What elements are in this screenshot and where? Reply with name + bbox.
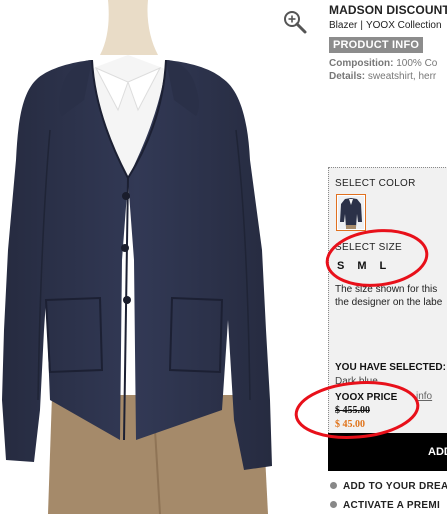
size-note-line-2: the designer on the labe: [335, 297, 443, 308]
composition-label: Composition:: [329, 58, 394, 69]
size-note: The size shown for this the designer on …: [335, 283, 442, 309]
size-option-m[interactable]: M: [357, 260, 366, 272]
purchase-panel: SELECT COLOR SELECT SIZE S M L The size sh…: [328, 167, 447, 435]
details-line: Details: sweatshirt, herr: [329, 71, 436, 82]
composition-value: 100% Co: [396, 58, 438, 69]
add-to-dream-box-label: ADD TO YOUR DREA: [343, 481, 447, 492]
size-option-l[interactable]: L: [380, 260, 387, 272]
price-info-link[interactable]: info: [416, 391, 432, 402]
selected-value: Dark blue: [335, 376, 378, 384]
collection-label: YOOX Collection: [365, 20, 442, 31]
discounted-price: $ 45.00: [335, 419, 365, 430]
size-option-s[interactable]: S: [337, 260, 344, 272]
bullet-icon: [330, 501, 337, 508]
size-options: SML: [337, 260, 399, 272]
select-color-label: SELECT COLOR: [335, 178, 416, 189]
category-line: Blazer | YOOX Collection: [329, 20, 442, 31]
bullet-icon: [330, 482, 337, 489]
add-to-dream-box-link[interactable]: ADD TO YOUR DREA: [330, 481, 447, 492]
original-price: $ 455.00: [335, 405, 370, 416]
category-separator: |: [360, 20, 363, 31]
size-note-line-1: The size shown for this: [335, 284, 438, 295]
activate-premium-link[interactable]: ACTIVATE A PREMI: [330, 500, 440, 511]
product-info-tab[interactable]: PRODUCT INFO: [329, 37, 424, 53]
activate-premium-label: ACTIVATE A PREMI: [343, 500, 441, 511]
brand-name[interactable]: MADSON DISCOUNT: [329, 3, 447, 17]
select-size-label: SELECT SIZE: [335, 242, 403, 253]
composition-line: Composition: 100% Co: [329, 58, 437, 69]
details-value: sweatshirt, herr: [367, 71, 437, 82]
selected-label: YOU HAVE SELECTED:: [335, 362, 446, 373]
product-image[interactable]: [0, 0, 322, 514]
yoox-price-label: YOOX PRICE: [335, 392, 398, 403]
color-swatch-dark-blue[interactable]: [336, 194, 366, 231]
add-to-cart-button[interactable]: ADD: [328, 433, 447, 471]
zoom-in-icon[interactable]: [282, 9, 308, 35]
category-link[interactable]: Blazer: [329, 20, 357, 31]
details-label: Details:: [329, 71, 366, 82]
